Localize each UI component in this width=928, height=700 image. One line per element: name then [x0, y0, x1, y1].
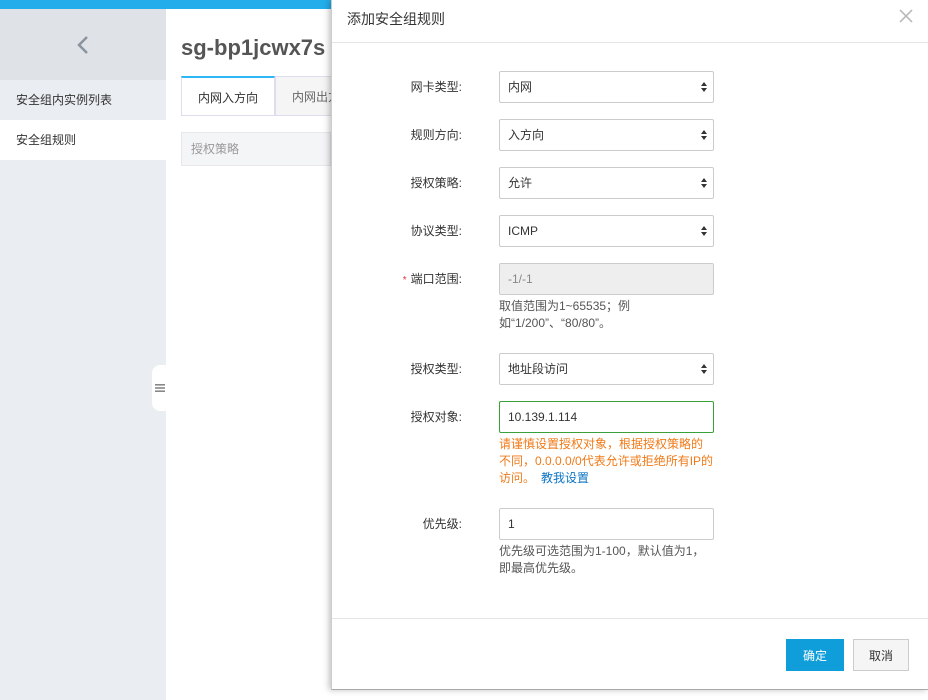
hint-port-range-line1: 取值范围为1~65535；例 [499, 299, 631, 313]
close-icon[interactable] [898, 8, 914, 24]
hint-priority-line1: 优先级可选范围为1-100，默认值为1， [499, 544, 705, 558]
label-auth-type: 授权类型: [410, 362, 462, 376]
add-rule-dialog: 添加安全组规则 网卡类型: 内网 规则方向: 入方向 授权策略: 允许 协议类型… [331, 0, 928, 690]
label-nic-type: 网卡类型: [410, 80, 462, 94]
value-direction: 入方向 [508, 128, 545, 142]
back-button[interactable] [0, 9, 166, 80]
dialog-title: 添加安全组规则 [347, 11, 445, 27]
select-policy[interactable]: 允许 [499, 167, 714, 199]
warning-auth-object: 请谨慎设置授权对象，根据授权策略的 不同，0.0.0.0/0代表允许或拒绝所有I… [499, 436, 729, 487]
select-arrows-icon [701, 130, 707, 140]
dialog-header: 添加安全组规则 [332, 0, 928, 43]
help-link[interactable]: 教我设置 [541, 471, 589, 485]
dialog-footer: 确定 取消 [332, 618, 928, 690]
value-auth-type: 地址段访问 [508, 362, 569, 376]
required-mark: * [402, 275, 407, 286]
sidebar-item-instances[interactable]: 安全组内实例列表 [0, 80, 166, 120]
select-arrows-icon [701, 226, 707, 236]
table-header-policy: 授权策略 [181, 132, 331, 166]
value-policy: 允许 [508, 176, 533, 190]
value-nic-type: 内网 [508, 80, 533, 94]
warning-line3: 访问。 [499, 471, 536, 485]
hint-port-range: 取值范围为1~65535；例 如“1/200”、“80/80”。 [499, 298, 729, 332]
select-arrows-icon [701, 178, 707, 188]
select-direction[interactable]: 入方向 [499, 119, 714, 151]
select-nic-type[interactable]: 内网 [499, 71, 714, 103]
label-direction: 规则方向: [410, 128, 462, 142]
label-priority: 优先级: [422, 517, 462, 531]
hint-priority: 优先级可选范围为1-100，默认值为1， 即最高优先级。 [499, 543, 729, 577]
select-arrows-icon [701, 82, 707, 92]
page-title: sg-bp1jcwx7s [181, 35, 326, 60]
sidebar-item-rules[interactable]: 安全组规则 [0, 120, 166, 160]
select-protocol[interactable]: ICMP [499, 215, 714, 247]
cancel-button[interactable]: 取消 [853, 639, 909, 671]
select-arrows-icon [701, 364, 707, 374]
chevron-left-icon [76, 34, 90, 56]
tab-divider [181, 115, 341, 116]
tab-inbound[interactable]: 内网入方向 [181, 76, 276, 116]
sidebar: 安全组内实例列表 安全组规则 [0, 9, 166, 700]
sidebar-collapse-handle[interactable] [152, 365, 168, 411]
hint-port-range-line2: 如“1/200”、“80/80”。 [499, 316, 612, 330]
label-protocol: 协议类型: [410, 224, 462, 238]
value-port-range: -1/-1 [508, 272, 533, 286]
label-port-range-text: 端口范围: [410, 272, 462, 286]
confirm-button[interactable]: 确定 [786, 639, 844, 671]
warning-line1: 请谨慎设置授权对象，根据授权策略的 [499, 437, 704, 451]
input-auth-object[interactable]: 10.139.1.114 [499, 401, 714, 433]
value-priority: 1 [508, 517, 515, 531]
input-priority[interactable]: 1 [499, 508, 714, 540]
select-auth-type[interactable]: 地址段访问 [499, 353, 714, 385]
input-port-range[interactable]: -1/-1 [499, 263, 714, 295]
menu-icon [155, 383, 165, 393]
label-port-range: * 端口范围: [403, 270, 462, 287]
value-protocol: ICMP [508, 224, 538, 238]
hint-priority-line2: 即最高优先级。 [499, 561, 584, 575]
warning-line3-wrap: 访问。 教我设置 [499, 470, 729, 487]
warning-line2: 不同，0.0.0.0/0代表允许或拒绝所有IP的 [499, 454, 714, 468]
label-policy: 授权策略: [410, 176, 462, 190]
label-auth-object: 授权对象: [410, 410, 462, 424]
value-auth-object: 10.139.1.114 [508, 410, 578, 424]
